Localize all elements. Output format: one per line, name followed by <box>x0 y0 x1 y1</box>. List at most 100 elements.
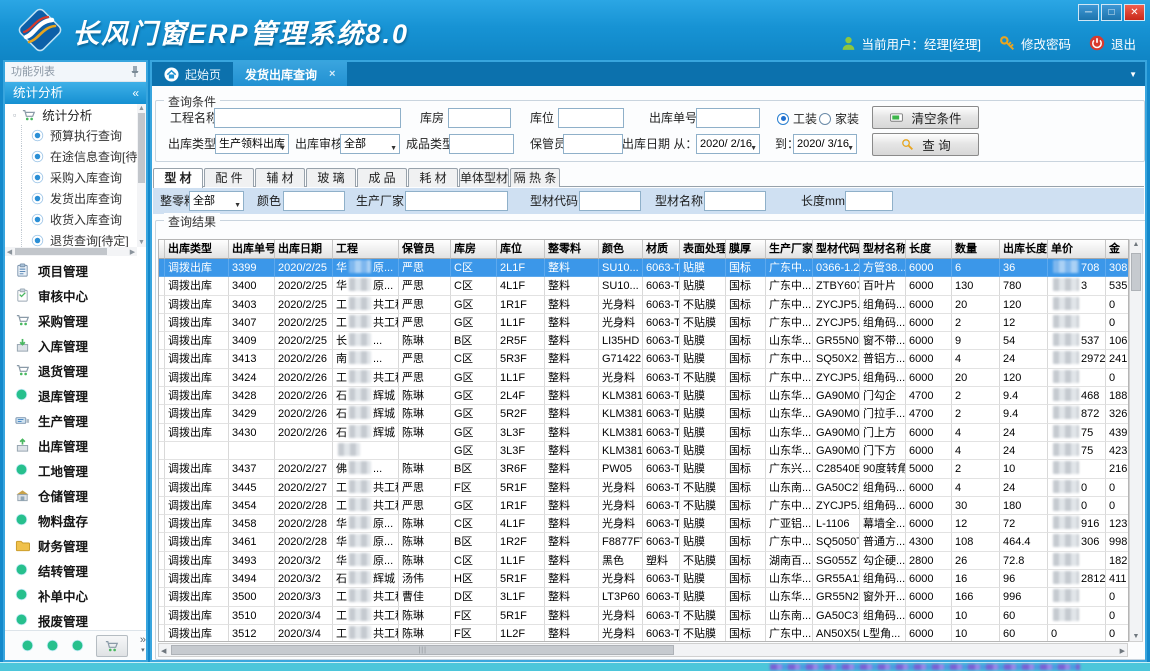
table-row[interactable]: 调拨出库34032020/2/25工共工程严思G区1R1F整料光身料6063-T… <box>159 296 1128 314</box>
sidebar-module-结转管理[interactable]: 结转管理 <box>5 558 146 583</box>
table-row[interactable]: 调拨出库34582020/2/28华原...陈琳C区4L1F整料光身料6063-… <box>159 515 1128 533</box>
cart-shortcut-button[interactable] <box>96 635 128 657</box>
scroll-thumb[interactable] <box>15 248 107 255</box>
dot-icon[interactable] <box>21 639 34 652</box>
table-row[interactable]: 调拨出库34242020/2/26工共工程严思G区1L1F整料光身料6063-T… <box>159 369 1128 387</box>
column-header-膜厚[interactable]: 膜厚 <box>726 240 766 259</box>
column-header-型材名称[interactable]: 型材名称 <box>860 240 906 259</box>
warehouse-input[interactable] <box>448 108 511 128</box>
close-tab-icon[interactable]: × <box>329 68 335 80</box>
table-row[interactable]: 调拨出库35102020/3/4工共工程陈琳F区5R1F整料光身料6063-T5… <box>159 607 1128 625</box>
clear-conditions-button[interactable]: 清空条件 <box>872 106 979 129</box>
radio-industrial[interactable]: 工装 <box>777 108 817 129</box>
scroll-down-icon[interactable]: ▼ <box>1130 633 1142 640</box>
sidebar-module-物料盘存[interactable]: 物料盘存 <box>5 508 146 533</box>
close-button[interactable]: ✕ <box>1124 4 1145 21</box>
date-from-picker[interactable]: 2020/ 2/16▼ <box>696 134 760 154</box>
project-name-input[interactable] <box>214 108 401 128</box>
grid-vertical-scrollbar[interactable]: ▲ ▼ <box>1129 239 1143 642</box>
color-input[interactable] <box>283 191 345 211</box>
table-row[interactable]: 调拨出库35002020/3/3工共工程曹佳D区3L1F整料LT3P606063… <box>159 588 1128 606</box>
table-row[interactable]: 调拨出库34002020/2/25华原...严思C区4L1F整料SU10...6… <box>159 277 1128 295</box>
table-row[interactable]: 调拨出库34282020/2/26石辉城陈琳G区2L4F整料KLM3817606… <box>159 387 1128 405</box>
scroll-thumb[interactable] <box>1131 253 1141 291</box>
sidebar-module-退货管理[interactable]: 退货管理 <box>5 358 146 383</box>
tree-root-stats[interactable]: ▫ 统计分析 <box>5 104 146 125</box>
table-row[interactable]: 调拨出库34372020/2/27佛...陈琳B区3R6F整料PW056063-… <box>159 460 1128 478</box>
change-password-button[interactable]: 修改密码 <box>999 34 1071 53</box>
sidebar-module-退库管理[interactable]: 退库管理 <box>5 383 146 408</box>
table-row[interactable]: 调拨出库34302020/2/26石辉城陈琳G区3L3F整料KLM3817606… <box>159 424 1128 442</box>
scroll-left-icon[interactable]: ◀ <box>161 647 166 655</box>
keeper-input[interactable] <box>563 134 623 154</box>
radio-home[interactable]: 家装 <box>819 108 859 129</box>
tab-outbound-query[interactable]: 发货出库查询 × <box>233 62 347 86</box>
material-tab-成品[interactable]: 成 品 <box>357 168 407 187</box>
tree-expander-icon[interactable]: ▫ <box>13 110 16 120</box>
column-header-数量[interactable]: 数量 <box>952 240 1000 259</box>
table-row[interactable]: 调拨出库34132020/2/26南...严思C区5R3F整料G71422606… <box>159 350 1128 368</box>
column-header-长度[interactable]: 长度 <box>906 240 952 259</box>
tree-item-在途信息查询[待[interactable]: 在途信息查询[待 <box>5 146 146 167</box>
material-tab-配件[interactable]: 配 件 <box>204 168 254 187</box>
minimize-button[interactable]: ─ <box>1078 4 1099 21</box>
column-header-生产厂家[interactable]: 生产厂家 <box>766 240 813 259</box>
whole-piece-select[interactable]: 全部▼ <box>189 191 244 211</box>
scroll-right-icon[interactable]: ▶ <box>128 248 137 256</box>
scroll-right-icon[interactable]: ▶ <box>1120 647 1125 655</box>
length-input[interactable] <box>845 191 893 211</box>
material-tab-隔热条[interactable]: 隔 热 条 <box>510 168 560 187</box>
search-button[interactable]: 查 询 <box>872 133 979 156</box>
profile-code-input[interactable] <box>579 191 641 211</box>
material-tab-玻璃[interactable]: 玻 璃 <box>306 168 356 187</box>
table-row[interactable]: 调拨出库34542020/2/28工共工程严思G区1R1F整料光身料6063-T… <box>159 497 1128 515</box>
material-tab-单体型材[interactable]: 单体型材 <box>459 168 509 187</box>
collapse-icon[interactable]: « <box>132 82 139 104</box>
sidebar-module-补单中心[interactable]: 补单中心 <box>5 583 146 608</box>
profile-name-input[interactable] <box>704 191 766 211</box>
sidebar-module-项目管理[interactable]: 项目管理 <box>5 258 146 283</box>
sidebar-module-财务管理[interactable]: 财务管理 <box>5 533 146 558</box>
maximize-button[interactable]: □ <box>1101 4 1122 21</box>
scroll-thumb[interactable] <box>138 113 145 183</box>
column-header-出库长度[interactable]: 出库长度 <box>1000 240 1048 259</box>
table-row[interactable]: 调拨出库35122020/3/4工共工程陈琳F区1L2F整料光身料6063-T5… <box>159 625 1128 642</box>
sidebar-module-报废管理[interactable]: 报废管理 <box>5 608 146 630</box>
column-header-库房[interactable]: 库房 <box>451 240 497 259</box>
tab-list-chevron-icon[interactable]: ▼ <box>1129 70 1137 79</box>
tree-item-收货入库查询[interactable]: 收货入库查询 <box>5 209 146 230</box>
sidebar-module-审核中心[interactable]: 审核中心 <box>5 283 146 308</box>
column-header-单价[interactable]: 单价 <box>1048 240 1106 259</box>
tree-vertical-scrollbar[interactable]: ▲ ▼ <box>137 104 146 247</box>
column-header-表面处理[interactable]: 表面处理 <box>680 240 726 259</box>
table-row[interactable]: 调拨出库34092020/2/25长...陈琳B区2R5F整料LI35HD606… <box>159 332 1128 350</box>
logout-button[interactable]: 退出 <box>1089 34 1136 53</box>
tab-home[interactable]: 起始页 <box>152 62 233 86</box>
column-header-出库日期[interactable]: 出库日期 <box>275 240 333 259</box>
tree-item-采购入库查询[interactable]: 采购入库查询 <box>5 167 146 188</box>
table-row[interactable]: 调拨出库34452020/2/27工共工程严思F区5R1F整料光身料6063-T… <box>159 479 1128 497</box>
column-header-颜色[interactable]: 颜色 <box>599 240 643 259</box>
scroll-up-icon[interactable]: ▲ <box>1130 241 1142 248</box>
tree-item-预算执行查询[interactable]: 预算执行查询 <box>5 125 146 146</box>
outbound-type-select[interactable]: 生产领料出库▼ <box>215 134 289 154</box>
table-row[interactable]: 调拨出库34292020/2/26石辉城陈琳G区5R2F整料KLM3817606… <box>159 405 1128 423</box>
table-row[interactable]: 调拨出库34942020/3/2石辉城汤伟H区5R1F整料光身料6063-T5贴… <box>159 570 1128 588</box>
sidebar-module-采购管理[interactable]: 采购管理 <box>5 308 146 333</box>
scroll-up-icon[interactable]: ▲ <box>137 104 146 113</box>
tree-item-发货出库查询[interactable]: 发货出库查询 <box>5 188 146 209</box>
table-row[interactable]: 调拨出库34072020/2/25工共工程严思G区1L1F整料光身料6063-T… <box>159 314 1128 332</box>
location-input[interactable] <box>558 108 624 128</box>
pin-icon[interactable] <box>129 65 141 78</box>
product-type-input[interactable] <box>449 134 514 154</box>
sidebar-module-出库管理[interactable]: 出库管理 <box>5 433 146 458</box>
column-header-整零料[interactable]: 整零料 <box>545 240 599 259</box>
scroll-left-icon[interactable]: ◀ <box>5 248 14 256</box>
manufacturer-input[interactable] <box>405 191 508 211</box>
column-header-出库类型[interactable]: 出库类型 <box>165 240 229 259</box>
radio-selected-icon[interactable] <box>777 113 789 125</box>
column-header-出库单号[interactable]: 出库单号 <box>229 240 275 259</box>
dot-icon[interactable] <box>46 639 59 652</box>
column-header-材质[interactable]: 材质 <box>643 240 680 259</box>
table-row[interactable]: G区3L3F整料KLM38176063-T5贴膜国标山东华...GA90M09.… <box>159 442 1128 460</box>
